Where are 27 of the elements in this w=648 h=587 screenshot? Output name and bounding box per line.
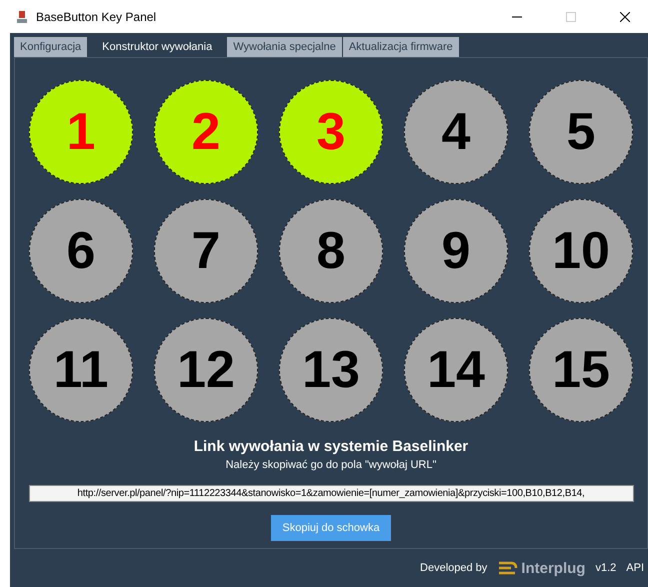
developed-by-label: Developed by	[420, 562, 488, 574]
close-icon	[620, 12, 630, 22]
key-button[interactable]: 5	[529, 80, 633, 184]
key-button[interactable]: 14	[404, 318, 508, 422]
key-button[interactable]: 8	[279, 199, 383, 303]
tab[interactable]: Aktualizacja firmware	[342, 37, 459, 57]
key-button[interactable]: 12	[154, 318, 258, 422]
key-button[interactable]: 7	[154, 199, 258, 303]
logo-icon	[497, 560, 520, 576]
api-link[interactable]: API	[626, 562, 644, 574]
brand-name: Interplug	[521, 560, 586, 576]
version-label: v1.2	[595, 562, 616, 574]
key-button[interactable]: 15	[529, 318, 633, 422]
link-heading: Link wywołania w systemie Baselinker	[194, 438, 468, 455]
link-hint: Należy skopiwać go do pola "wywołaj URL"	[226, 459, 436, 471]
key-button[interactable]: 9	[404, 199, 508, 303]
tab[interactable]: Wywołania specjalne	[227, 37, 342, 57]
url-field[interactable]: http://server.pl/panel/?nip=1112223344&stanowisko=1&zamowienie=[numer_zamowienia]&przyciski=100,B10,B12,B14,	[28, 485, 634, 502]
key-button[interactable]: 13	[279, 318, 383, 422]
app-icon	[16, 10, 28, 24]
maximize-icon	[566, 12, 576, 22]
window-title: BaseButton Key Panel	[36, 10, 158, 24]
key-button[interactable]: 10	[529, 199, 633, 303]
key-button[interactable]: 6	[29, 199, 133, 303]
tab[interactable]: Konfiguracja	[14, 37, 88, 57]
key-button[interactable]: 4	[404, 80, 508, 184]
key-button[interactable]: 11	[29, 318, 133, 422]
